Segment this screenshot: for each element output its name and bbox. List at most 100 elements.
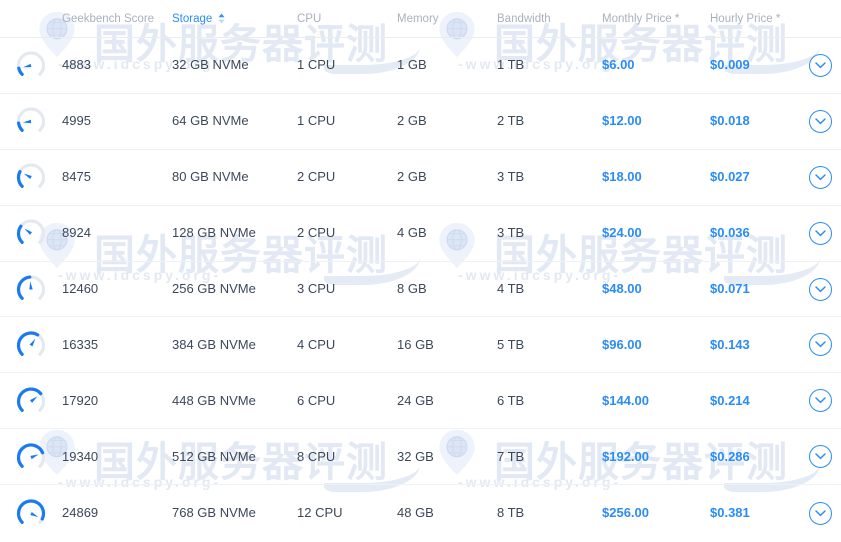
chevron-down-icon bbox=[815, 173, 826, 180]
cell-hourly-price[interactable]: $0.018 bbox=[710, 113, 750, 128]
cell-memory: 1 GB bbox=[397, 57, 427, 73]
table-row[interactable]: 12460 256 GB NVMe 3 CPU 8 GB 4 TB $48.00 $0.07… bbox=[0, 262, 841, 318]
cell-monthly-price[interactable]: $48.00 bbox=[602, 281, 642, 296]
cell-monthly-price[interactable]: $256.00 bbox=[602, 505, 649, 520]
cell-hourly-price[interactable]: $0.381 bbox=[710, 505, 750, 520]
cell-bandwidth: 4 TB bbox=[497, 281, 525, 296]
cell-storage: 128 GB NVMe bbox=[172, 225, 256, 241]
cell-hourly-price[interactable]: $0.036 bbox=[710, 225, 750, 240]
cell-score: 12460 bbox=[62, 281, 99, 296]
chevron-down-icon bbox=[815, 118, 826, 124]
expand-row-button[interactable] bbox=[809, 109, 832, 133]
table-row[interactable]: 24869 768 GB NVMe 12 CPU 48 GB 8 TB $256.00 $0… bbox=[0, 485, 841, 541]
cell-storage: 768 GB NVMe bbox=[172, 505, 256, 521]
header-label-cpu: CPU bbox=[297, 12, 322, 25]
cell-cpu: 6 CPU bbox=[297, 392, 336, 408]
cell-monthly-price[interactable]: $6.00 bbox=[602, 57, 635, 72]
cell-monthly-price[interactable]: $96.00 bbox=[602, 337, 642, 352]
header-cell-score[interactable]: Geekbench Score bbox=[62, 13, 172, 25]
header-label-storage: Storage bbox=[172, 13, 297, 25]
cell-hourly-price[interactable]: $0.071 bbox=[710, 281, 750, 296]
cell-memory: 8 GB bbox=[397, 281, 427, 296]
score-gauge bbox=[0, 216, 62, 250]
header-text-storage: Storage bbox=[172, 12, 213, 25]
cell-bandwidth: 3 TB bbox=[497, 225, 525, 241]
gauge-svg bbox=[16, 51, 46, 77]
chevron-down-icon bbox=[815, 509, 826, 516]
gauge-svg bbox=[16, 443, 46, 468]
expand-row-button[interactable] bbox=[809, 277, 832, 301]
expand-row-button[interactable] bbox=[809, 445, 832, 469]
cell-hourly-price[interactable]: $0.009 bbox=[710, 57, 750, 72]
gauge-svg bbox=[16, 331, 46, 356]
cell-memory: 2 GB bbox=[397, 169, 427, 185]
expand-row-button[interactable] bbox=[809, 221, 832, 245]
cell-storage: 448 GB NVMe bbox=[172, 392, 256, 408]
cell-storage: 256 GB NVMe bbox=[172, 281, 256, 296]
cell-hourly-price[interactable]: $0.027 bbox=[710, 169, 750, 184]
cell-score: 19340 bbox=[62, 448, 99, 464]
expand-row-button[interactable] bbox=[809, 333, 832, 357]
expand-row-button[interactable] bbox=[809, 389, 832, 413]
expand-row-button[interactable] bbox=[809, 501, 832, 525]
cell-hourly-price[interactable]: $0.286 bbox=[710, 449, 750, 464]
cell-monthly-price[interactable]: $144.00 bbox=[602, 393, 649, 408]
table-row[interactable]: 19340 512 GB NVMe 8 CPU 32 GB 7 TB $192.00 $0.… bbox=[0, 429, 841, 486]
cell-hourly-price[interactable]: $0.214 bbox=[710, 393, 750, 408]
expand-row-button[interactable] bbox=[809, 165, 832, 189]
chevron-down-icon bbox=[815, 397, 826, 404]
gauge-svg bbox=[16, 219, 46, 245]
cell-hourly-price[interactable]: $0.143 bbox=[710, 337, 750, 352]
table-row[interactable]: 17920 448 GB NVMe 6 CPU 24 GB 6 TB $144.00 $0.… bbox=[0, 373, 841, 430]
comparison-table: Geekbench Score Storage CPU Memory Bandw… bbox=[0, 0, 841, 541]
cell-cpu: 8 CPU bbox=[297, 448, 336, 464]
score-gauge bbox=[0, 328, 62, 362]
table-row[interactable]: 8924 128 GB NVMe 2 CPU 4 GB 3 TB $24.00 $0.036 bbox=[0, 206, 841, 262]
header-cell-cpu[interactable]: CPU bbox=[297, 13, 397, 25]
cell-score: 4995 bbox=[62, 113, 91, 129]
gauge-svg bbox=[16, 499, 46, 525]
cell-monthly-price[interactable]: $18.00 bbox=[602, 169, 642, 184]
sort-diamond-icon[interactable] bbox=[217, 13, 226, 24]
score-gauge bbox=[0, 48, 62, 82]
gauge-svg bbox=[16, 275, 46, 300]
cell-storage: 384 GB NVMe bbox=[172, 336, 256, 352]
table-row[interactable]: 8475 80 GB NVMe 2 CPU 2 GB 3 TB $18.00 $0.027 bbox=[0, 150, 841, 206]
header-label-bandwidth: Bandwidth bbox=[497, 12, 551, 25]
cell-bandwidth: 5 TB bbox=[497, 336, 525, 352]
cell-bandwidth: 3 TB bbox=[497, 169, 525, 185]
cell-score: 8475 bbox=[62, 169, 91, 185]
cell-cpu: 4 CPU bbox=[297, 336, 336, 352]
cell-monthly-price[interactable]: $24.00 bbox=[602, 225, 642, 240]
cell-bandwidth: 7 TB bbox=[497, 448, 525, 464]
gauge-svg bbox=[16, 107, 46, 133]
header-cell-storage[interactable]: Storage bbox=[172, 13, 297, 25]
table-row[interactable]: 4883 32 GB NVMe 1 CPU 1 GB 1 TB $6.00 $0.009 bbox=[0, 38, 841, 94]
chevron-down-icon bbox=[815, 341, 826, 348]
plan-comparison-table-page: 国外服务器评测 -www.idcspy.org- 国外服务器评测 -www.idcs… bbox=[0, 0, 841, 542]
sort-arrows-svg bbox=[218, 13, 225, 24]
cell-storage: 64 GB NVMe bbox=[172, 113, 249, 129]
header-cell-hourly-price[interactable]: Hourly Price * bbox=[710, 13, 800, 25]
cell-score: 17920 bbox=[62, 392, 99, 408]
header-cell-monthly-price[interactable]: Monthly Price * bbox=[602, 13, 710, 25]
table-row[interactable]: 4995 64 GB NVMe 1 CPU 2 GB 2 TB $12.00 $0.018 bbox=[0, 94, 841, 150]
header-cell-memory[interactable]: Memory bbox=[397, 13, 497, 25]
cell-monthly-price[interactable]: $12.00 bbox=[602, 113, 642, 128]
cell-cpu: 12 CPU bbox=[297, 505, 343, 521]
cell-memory: 4 GB bbox=[397, 225, 427, 241]
cell-bandwidth: 2 TB bbox=[497, 113, 525, 129]
cell-score: 8924 bbox=[62, 225, 91, 241]
chevron-down-icon bbox=[815, 229, 826, 236]
header-label-hourly-price: Hourly Price * bbox=[710, 12, 781, 25]
header-label-memory: Memory bbox=[397, 12, 439, 25]
chevron-down-icon bbox=[815, 285, 826, 292]
cell-cpu: 1 CPU bbox=[297, 57, 336, 73]
score-gauge bbox=[0, 384, 62, 418]
table-row[interactable]: 16335 384 GB NVMe 4 CPU 16 GB 5 TB $96.00 $0.1… bbox=[0, 317, 841, 374]
expand-row-button[interactable] bbox=[809, 53, 832, 77]
header-label-monthly-price: Monthly Price * bbox=[602, 12, 680, 25]
cell-monthly-price[interactable]: $192.00 bbox=[602, 449, 649, 464]
chevron-down-icon bbox=[815, 62, 826, 69]
header-cell-bandwidth[interactable]: Bandwidth bbox=[497, 13, 602, 25]
